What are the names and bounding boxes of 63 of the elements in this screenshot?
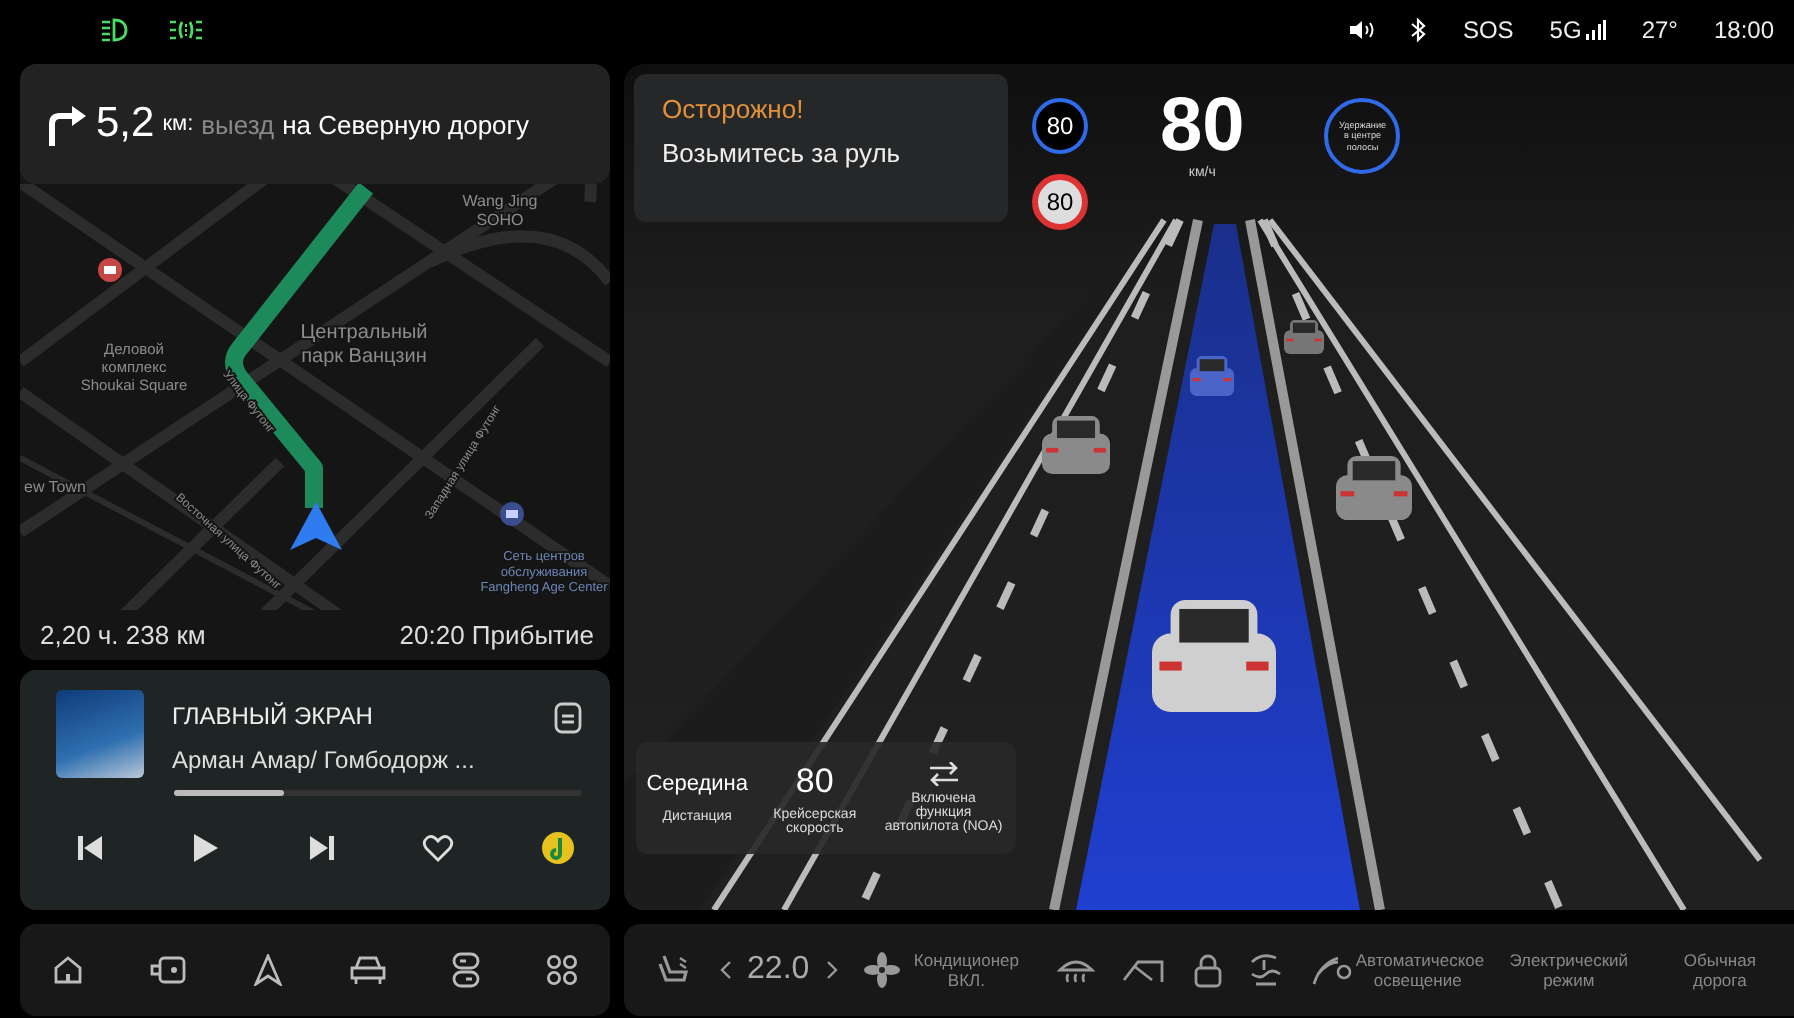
car-drawing: [1152, 600, 1276, 712]
chevron-right-icon[interactable]: [825, 960, 838, 980]
maneuver-label: выезд: [201, 109, 275, 139]
mode-label[interactable]: Электрический режим: [1506, 949, 1631, 991]
service-pin-icon: [500, 502, 524, 526]
volume-icon[interactable]: [1348, 20, 1375, 40]
fan-icon[interactable]: [864, 952, 901, 988]
clock: 18:00: [1713, 16, 1774, 44]
navigation-icon[interactable]: [252, 954, 285, 986]
poi-pin-icon: [98, 258, 122, 282]
car-drawing: [1042, 416, 1110, 474]
distance-value: 5,2: [96, 100, 155, 148]
lighting-mode-label[interactable]: Автоматическое освещение: [1355, 949, 1480, 991]
mode-label[interactable]: Обычная дорога: [1657, 949, 1782, 991]
temperature-setting: 22.0: [747, 952, 810, 988]
lock-icon[interactable]: [1193, 953, 1222, 987]
next-track-icon[interactable]: [307, 834, 335, 862]
car-drawing: [1336, 456, 1412, 520]
home-icon[interactable]: [52, 954, 85, 986]
map-label: Центральный парк Ванцзин: [300, 322, 428, 368]
current-speed: 80: [1160, 86, 1245, 166]
previous-track-icon[interactable]: [76, 834, 104, 862]
remaining-trip: 2,20 ч. 238 км: [40, 619, 206, 649]
album-art-placeholder[interactable]: [56, 690, 144, 778]
network-label: 5G: [1549, 16, 1582, 44]
temperature-label: 27°: [1641, 16, 1678, 44]
road-name: на Северную дорогу: [282, 109, 530, 139]
car-icon[interactable]: [349, 954, 386, 986]
car-drawing: [1284, 320, 1324, 354]
speed-limit-sign: 80: [1032, 174, 1088, 230]
music-app-icon[interactable]: [542, 832, 574, 864]
apps-grid-icon[interactable]: [545, 954, 578, 986]
chevron-left-icon[interactable]: [719, 960, 732, 980]
seat-icon[interactable]: [656, 952, 692, 988]
turn-right-icon: [44, 102, 88, 146]
ac-status-label: Кондиционер ВКЛ.: [911, 949, 1021, 991]
warning-title: Осторожно!: [662, 94, 806, 124]
info-value: Середина: [646, 772, 748, 796]
arrival-time: 20:20 Прибытие: [399, 619, 594, 649]
toggle-icon[interactable]: [451, 952, 480, 988]
track-title: ГЛАВНЫЙ ЭКРАН: [172, 702, 375, 730]
detected-speed-sign: 80: [1032, 98, 1088, 154]
map-label: Wang Jing SOHO: [462, 192, 538, 230]
play-icon[interactable]: [191, 832, 220, 864]
signal-icon: [1585, 20, 1606, 40]
playlist-icon[interactable]: [554, 702, 582, 734]
headlight-icon: [100, 18, 128, 42]
car-drawing: [1190, 356, 1234, 396]
sos-label[interactable]: SOS: [1462, 16, 1514, 44]
map-drawing[interactable]: [20, 184, 610, 610]
info-value: 80: [795, 761, 834, 801]
headlight-icon[interactable]: [1311, 954, 1352, 986]
distance-unit: км:: [162, 112, 194, 136]
swap-arrows-icon: [927, 762, 960, 786]
progress-track[interactable]: [174, 790, 582, 796]
location-arrow-icon: [290, 502, 342, 550]
fog-light-icon: [168, 18, 204, 42]
track-artist: Арман Амар/ Гомбодорж ...: [172, 746, 477, 774]
map-label: ew Town: [24, 478, 86, 496]
bluetooth-icon[interactable]: [1410, 18, 1427, 42]
camera-icon[interactable]: [150, 956, 187, 984]
heart-icon[interactable]: [422, 834, 455, 862]
warning-message: Возьмитесь за руль: [662, 138, 903, 168]
